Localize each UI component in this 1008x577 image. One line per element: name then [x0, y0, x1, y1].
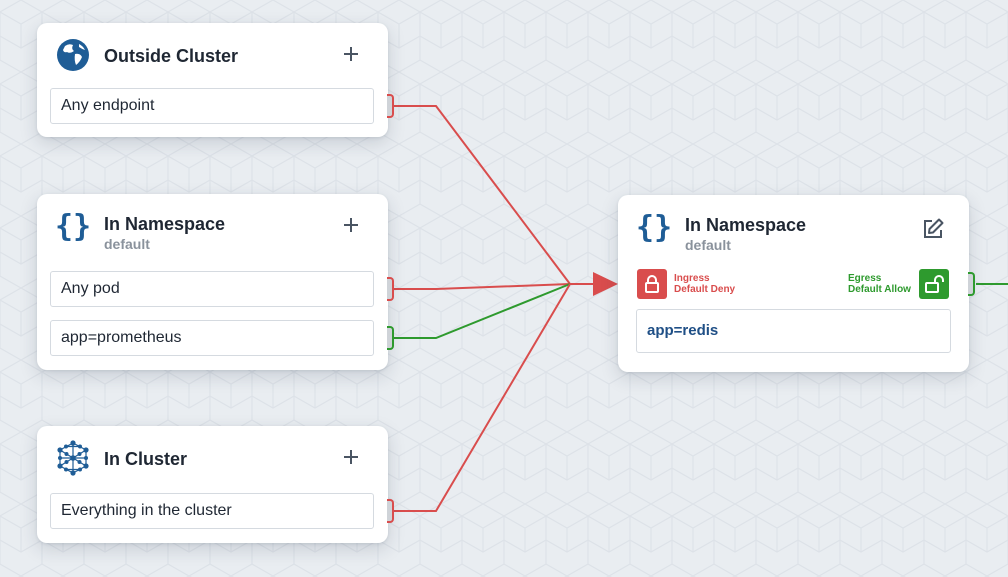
selector-everything-in-cluster[interactable]: Everything in the cluster [50, 493, 374, 529]
svg-text:{}: {} [636, 210, 672, 245]
add-selector-button[interactable] [340, 43, 362, 65]
card-subtitle: default [685, 237, 731, 253]
target-namespace-card: {} In Namespace default Ingress Default … [618, 195, 975, 372]
card-title: In Namespace [104, 214, 226, 234]
selector-any-pod[interactable]: Any pod [50, 271, 374, 307]
ingress-lock-badge[interactable] [637, 269, 667, 299]
braces-icon: {} [55, 208, 91, 244]
output-port[interactable] [387, 326, 394, 350]
add-selector-button[interactable] [340, 446, 362, 468]
globe-icon [55, 37, 91, 73]
selector-app-redis[interactable]: app=redis [636, 309, 951, 353]
egress-output-port[interactable] [968, 272, 975, 296]
card-title: Outside Cluster [104, 46, 239, 66]
plus-icon [344, 450, 358, 464]
card-header: Outside Cluster [55, 37, 370, 77]
in-namespace-source-card: {} In Namespace default Any pod app=prom… [37, 194, 394, 370]
lock-open-icon [925, 275, 944, 293]
card-header: {} In Namespace default [55, 208, 370, 252]
output-port[interactable] [387, 94, 394, 118]
edit-icon[interactable] [921, 217, 945, 241]
cluster-network-icon [55, 440, 91, 476]
card-header: In Cluster [55, 440, 370, 480]
plus-icon [344, 47, 358, 61]
selector-any-endpoint[interactable]: Any endpoint [50, 88, 374, 124]
plus-icon [344, 218, 358, 232]
selector-app-prometheus[interactable]: app=prometheus [50, 320, 374, 356]
egress-lock-badge[interactable] [919, 269, 949, 299]
lock-closed-icon [645, 275, 659, 293]
in-cluster-card: In Cluster Everything in the cluster [37, 426, 394, 543]
card-subtitle: default [104, 236, 150, 252]
ingress-policy-label: Ingress Default Deny [674, 273, 736, 295]
card-header: {} In Namespace default [636, 209, 951, 253]
card-title: In Cluster [104, 449, 188, 469]
outside-cluster-card: Outside Cluster Any endpoint [37, 23, 394, 137]
output-port[interactable] [387, 499, 394, 523]
output-port[interactable] [387, 277, 394, 301]
svg-text:{}: {} [55, 209, 91, 244]
card-title: In Namespace [685, 215, 807, 235]
braces-icon: {} [636, 209, 672, 245]
add-selector-button[interactable] [340, 214, 362, 236]
egress-policy-label: Egress Default Allow [848, 273, 911, 295]
